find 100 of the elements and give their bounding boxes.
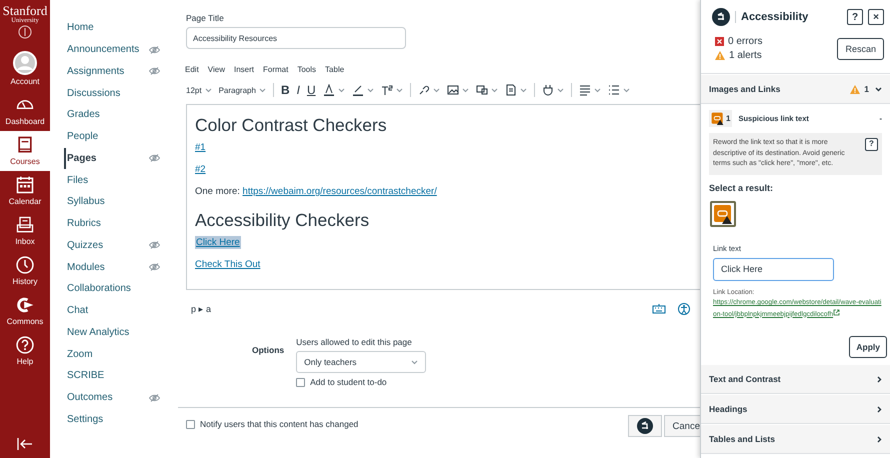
help-button[interactable]: ? — [847, 9, 863, 25]
checkbox-label: Notify users that this content has changed — [200, 419, 358, 429]
menu-item[interactable]: Table — [325, 65, 344, 74]
text-color-icon — [322, 84, 335, 96]
chevron-down-icon — [875, 86, 882, 92]
editor-area[interactable]: Color Contrast Checkers #1 #2 One more: https://webaim.org/resources/contrastchecker/ Accessibility Checkers Click Here Check This Out — [186, 104, 700, 290]
rescan-button[interactable]: Rescan — [837, 38, 884, 60]
chevron-icon — [594, 88, 601, 92]
menu-item[interactable]: Tools — [297, 65, 316, 74]
superscript-icon — [380, 84, 393, 96]
content-link[interactable]: #1 — [195, 142, 206, 153]
course-nav-link[interactable]: Outcomes — [67, 392, 149, 404]
alert-count: 1 alerts — [729, 50, 762, 61]
bold-button[interactable]: B — [280, 83, 290, 97]
menu-item[interactable]: Edit — [185, 65, 199, 74]
select-result-label: Select a result: — [708, 182, 774, 192]
collapse-icon[interactable] — [17, 438, 33, 450]
chevron-icon — [338, 88, 345, 92]
menu-item[interactable]: Format — [263, 65, 288, 74]
italic-button[interactable]: I — [296, 83, 300, 97]
media-button[interactable] — [476, 84, 498, 96]
plugin-button[interactable] — [542, 84, 564, 96]
content-link[interactable]: Check This Out — [195, 259, 260, 270]
nav-item[interactable]: Account — [0, 47, 50, 91]
course-nav-link[interactable]: Discussions — [67, 88, 178, 99]
keyboard-icon[interactable] — [652, 303, 666, 314]
course-nav-link[interactable]: Files — [67, 174, 178, 186]
panel-title: Accessibility — [735, 11, 842, 23]
nav-item[interactable]: History — [0, 251, 50, 291]
list-button[interactable] — [608, 84, 630, 96]
nav-item[interactable]: Commons — [0, 291, 50, 331]
cancel-button[interactable]: Cance — [664, 415, 700, 437]
content-link[interactable]: #2 — [195, 164, 206, 175]
link-button[interactable] — [418, 84, 440, 96]
warning-icon — [850, 84, 860, 94]
checkbox[interactable] — [296, 378, 306, 386]
chevron-right-icon — [877, 406, 882, 412]
course-nav-link[interactable]: Modules — [67, 262, 149, 273]
course-nav-link[interactable]: People — [67, 131, 178, 142]
font-size-dropdown[interactable]: 12pt — [186, 86, 212, 94]
course-nav-link[interactable]: Announcements — [67, 44, 149, 56]
course-nav-link[interactable]: Syllabus — [67, 196, 178, 208]
inbox-icon — [15, 215, 35, 235]
chevron-icon — [411, 360, 418, 364]
error-icon — [715, 37, 724, 46]
permission-dropdown[interactable]: Only teachers — [296, 351, 426, 373]
help-button[interactable]: ? — [865, 138, 878, 151]
chevron-icon — [366, 88, 374, 92]
course-nav-link[interactable]: Chat — [67, 305, 178, 316]
link-text-field[interactable]: Click Here — [713, 258, 834, 280]
course-nav-link[interactable]: Assignments — [67, 66, 149, 77]
element-path: p ▸ a — [191, 304, 212, 314]
course-nav-link[interactable]: New Analytics — [67, 326, 178, 338]
course-nav-link[interactable]: Rubrics — [67, 218, 178, 230]
course-nav-link[interactable]: Collaborations — [67, 283, 178, 294]
underline-button[interactable]: U — [306, 83, 316, 97]
menu-item[interactable]: View — [208, 65, 225, 74]
course-nav-link[interactable]: Quizzes — [67, 240, 149, 251]
course-nav-link[interactable]: SCRIBE — [67, 370, 178, 382]
highlight-button[interactable] — [352, 84, 374, 96]
error-count: 0 errors — [728, 36, 762, 47]
section-header[interactable]: Headings — [701, 395, 890, 424]
menu-item[interactable]: Insert — [234, 65, 254, 74]
text-color-button[interactable] — [322, 84, 345, 96]
chevron-icon — [432, 88, 440, 92]
apply-button[interactable]: Apply — [849, 336, 887, 358]
align-button[interactable] — [578, 84, 601, 96]
nav-item[interactable]: Inbox — [0, 211, 50, 251]
course-nav-link[interactable]: Pages — [67, 152, 149, 164]
course-nav-link[interactable]: Grades — [67, 109, 178, 120]
section-header[interactable]: Tables and Lists — [701, 425, 890, 454]
arrow-icon — [15, 295, 35, 315]
checkbox[interactable] — [186, 420, 195, 428]
page-title-field[interactable]: Accessibility Resources — [186, 27, 406, 49]
close-button[interactable]: × — [868, 9, 884, 25]
section-header[interactable]: Text and Contrast — [701, 365, 890, 394]
nav-item[interactable]: Help — [0, 331, 50, 371]
nav-item[interactable]: Dashboard — [0, 91, 50, 131]
superscript-button[interactable] — [380, 84, 403, 96]
document-button[interactable] — [504, 84, 527, 96]
nav-item[interactable]: Courses — [0, 131, 50, 171]
clock-icon — [15, 255, 35, 275]
nav-item[interactable]: Calendar — [0, 171, 50, 211]
content-paragraph: One more: https://webaim.org/resources/contrastchecker/ — [195, 186, 438, 198]
alert-count: 1 — [864, 84, 869, 94]
accessibility-checker-button[interactable] — [628, 415, 662, 437]
course-nav-link[interactable]: Home — [67, 22, 178, 34]
image-icon — [446, 84, 459, 96]
chevron-icon — [396, 88, 403, 92]
section-header[interactable]: Images and Links 1 — [701, 75, 890, 104]
result-button[interactable] — [710, 200, 736, 226]
course-nav-link[interactable]: Settings — [67, 414, 178, 425]
block-format-dropdown[interactable]: Paragraph — [218, 86, 266, 94]
course-nav-link[interactable]: Zoom — [67, 348, 178, 360]
chevron-right-icon — [877, 436, 882, 442]
checkbox-label: Add to student to-do — [310, 377, 387, 387]
plugin-icon — [542, 84, 554, 96]
accessibility-icon[interactable] — [678, 303, 690, 315]
content-link[interactable]: https://webaim.org/resources/contrastchecker/ — [242, 186, 437, 197]
image-button[interactable] — [446, 84, 469, 96]
